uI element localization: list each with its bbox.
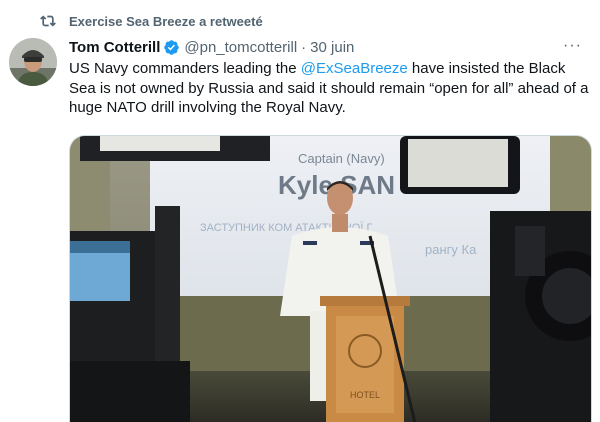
tweet-text: US Navy commanders leading the @ExSeaBre… (69, 59, 589, 118)
tweet-date[interactable]: 30 juin (310, 39, 354, 56)
verified-badge-icon (164, 39, 180, 55)
avatar[interactable] (9, 38, 57, 86)
podium: HOTEL (320, 296, 410, 422)
tweet-media[interactable]: Captain (Navy) Kyle SAN ЗАСТУПНИК КОМ АТ… (69, 135, 592, 422)
screen-subtitle2-text: рангу Ка (425, 242, 477, 257)
user-handle[interactable]: @pn_tomcotterill (184, 39, 297, 56)
more-options-icon[interactable]: ··· (563, 37, 582, 55)
tweet-text-start: US Navy commanders leading the (69, 60, 301, 77)
social-context[interactable]: Exercise Sea Breeze a retweeté (40, 11, 263, 31)
avatar-photo (9, 38, 57, 86)
retweet-icon (40, 15, 56, 27)
mention-link[interactable]: @ExSeaBreeze (301, 60, 408, 77)
podium-text: HOTEL (350, 390, 380, 400)
screen-title-text: Captain (Navy) (298, 151, 385, 166)
retweeted-by-label: Exercise Sea Breeze a retweeté (69, 13, 263, 29)
separator-dot: · (301, 38, 307, 56)
media-photo: Captain (Navy) Kyle SAN ЗАСТУПНИК КОМ АТ… (70, 136, 591, 422)
display-name[interactable]: Tom Cotterill (69, 39, 160, 56)
tweet-header: Tom Cotterill @pn_tomcotterill · 30 juin… (69, 37, 588, 57)
